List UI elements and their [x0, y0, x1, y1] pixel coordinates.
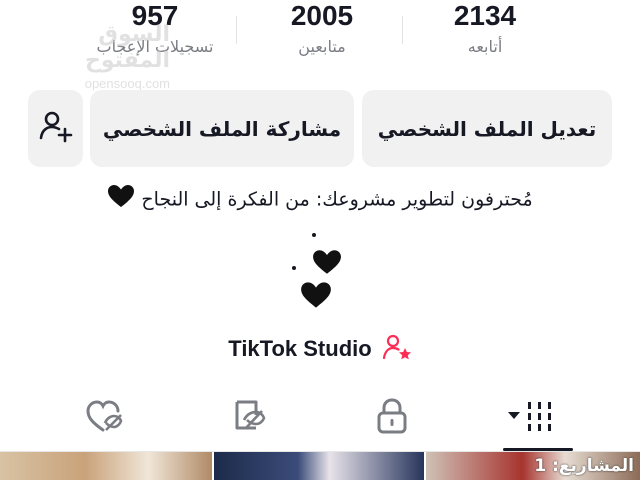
bio-dot — [312, 233, 316, 237]
video-grid: المشاريع: 1 — [0, 452, 640, 480]
following-label: أتابعه — [467, 37, 503, 56]
black-heart-icon — [107, 184, 135, 216]
add-friend-button[interactable] — [28, 90, 83, 167]
repost-icon — [230, 398, 266, 438]
following-stat[interactable]: 2134 أتابعه — [400, 0, 570, 58]
black-heart-icon — [312, 249, 342, 279]
lock-icon — [375, 397, 409, 439]
tab-reposts[interactable] — [208, 390, 288, 446]
following-count: 2134 — [453, 0, 517, 31]
person-add-icon — [38, 108, 74, 149]
likes-stat[interactable]: 957 تسجيلات الإعجاب — [70, 0, 240, 58]
followers-count: 2005 — [290, 0, 354, 31]
active-tab-underline — [503, 448, 573, 451]
edit-profile-button[interactable]: تعديل الملف الشخصي — [362, 90, 612, 167]
profile-name-row: TikTok Studio — [0, 332, 640, 366]
bio-text: مُحترفون لتطوير مشروعك: من الفكرة إلى ال… — [141, 188, 533, 211]
liked-heart-icon — [85, 399, 123, 437]
followers-stat[interactable]: 2005 متابعين — [237, 0, 407, 58]
video-thumbnail[interactable] — [0, 452, 212, 480]
bio: مُحترفون لتطوير مشروعك: من الفكرة إلى ال… — [0, 184, 640, 216]
profile-stats: 957 تسجيلات الإعجاب 2005 متابعين 2134 أت… — [0, 0, 640, 80]
video-thumbnail[interactable]: المشاريع: 1 — [426, 452, 640, 480]
person-star-icon[interactable] — [382, 332, 412, 366]
likes-label: تسجيلات الإعجاب — [96, 37, 214, 56]
video-thumbnail[interactable] — [214, 452, 424, 480]
bio-dot — [292, 266, 296, 270]
profile-tabs — [0, 390, 640, 452]
likes-count: 957 — [131, 0, 179, 31]
black-heart-icon — [300, 281, 332, 313]
thumbnail-label: المشاريع: 1 — [534, 456, 634, 476]
followers-label: متابعين — [298, 37, 346, 56]
grid-bars-icon — [500, 396, 560, 440]
tab-private[interactable] — [352, 390, 432, 446]
tab-videos[interactable] — [490, 390, 570, 446]
tab-liked[interactable] — [64, 390, 144, 446]
profile-name[interactable]: TikTok Studio — [228, 336, 371, 362]
bio-line: مُحترفون لتطوير مشروعك: من الفكرة إلى ال… — [0, 184, 640, 216]
share-profile-button[interactable]: مشاركة الملف الشخصي — [90, 90, 354, 167]
